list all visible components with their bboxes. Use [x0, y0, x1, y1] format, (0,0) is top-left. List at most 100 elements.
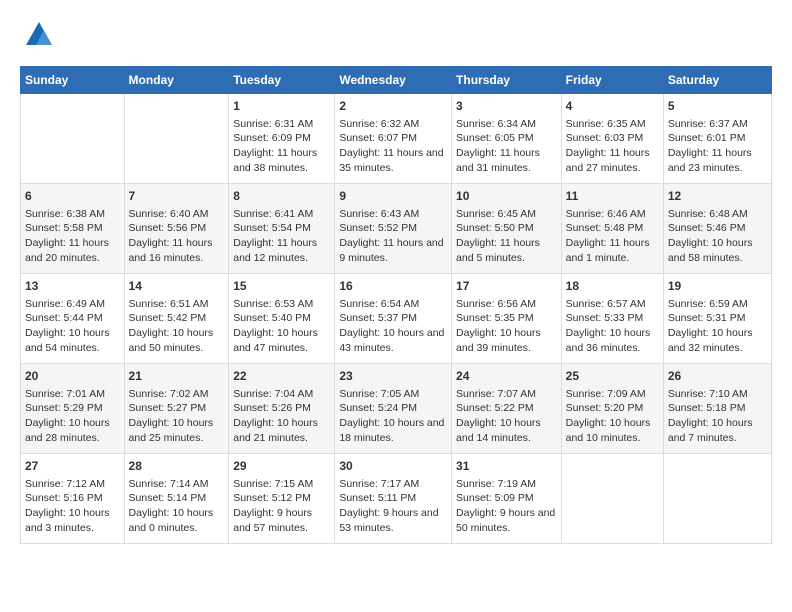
- day-info: Sunrise: 6:56 AM Sunset: 5:35 PM Dayligh…: [456, 297, 557, 356]
- calendar-cell: [561, 454, 663, 544]
- calendar-cell: 9 Sunrise: 6:43 AM Sunset: 5:52 PM Daylig…: [335, 184, 452, 274]
- calendar-cell: 13Sunrise: 6:49 AM Sunset: 5:44 PM Dayli…: [21, 274, 125, 364]
- calendar-header: SundayMondayTuesdayWednesdayThursdayFrid…: [21, 67, 772, 94]
- calendar-cell: 20 Sunrise: 7:01 AM Sunset: 5:29 PM Dayli…: [21, 364, 125, 454]
- day-number: 9: [339, 188, 447, 205]
- day-number: 20: [25, 368, 120, 385]
- day-number: 7: [129, 188, 225, 205]
- day-info: Sunrise: 6:49 AM Sunset: 5:44 PM Dayligh…: [25, 297, 120, 356]
- calendar-cell: 8 Sunrise: 6:41 AM Sunset: 5:54 PM Daylig…: [229, 184, 335, 274]
- calendar-cell: 5Sunrise: 6:37 AM Sunset: 6:01 PM Daylig…: [663, 94, 771, 184]
- day-number: 19: [668, 278, 767, 295]
- calendar-cell: [124, 94, 229, 184]
- day-info: Sunrise: 6:34 AM Sunset: 6:05 PM Dayligh…: [456, 117, 557, 176]
- calendar-cell: 7 Sunrise: 6:40 AM Sunset: 5:56 PM Daylig…: [124, 184, 229, 274]
- day-number: 12: [668, 188, 767, 205]
- weekday-header-friday: Friday: [561, 67, 663, 94]
- logo-icon: [24, 20, 54, 50]
- day-info: Sunrise: 6:40 AM Sunset: 5:56 PM Dayligh…: [129, 207, 225, 266]
- day-info: Sunrise: 6:53 AM Sunset: 5:40 PM Dayligh…: [233, 297, 330, 356]
- calendar-table: SundayMondayTuesdayWednesdayThursdayFrid…: [20, 66, 772, 544]
- day-info: Sunrise: 7:10 AM Sunset: 5:18 PM Dayligh…: [668, 387, 767, 446]
- day-number: 29: [233, 458, 330, 475]
- day-info: Sunrise: 7:12 AM Sunset: 5:16 PM Dayligh…: [25, 477, 120, 536]
- day-info: Sunrise: 7:09 AM Sunset: 5:20 PM Dayligh…: [566, 387, 659, 446]
- calendar-body: 1 Sunrise: 6:31 AM Sunset: 6:09 PM Daylig…: [21, 94, 772, 544]
- day-info: Sunrise: 6:35 AM Sunset: 6:03 PM Dayligh…: [566, 117, 659, 176]
- day-number: 5: [668, 98, 767, 115]
- day-number: 17: [456, 278, 557, 295]
- calendar-cell: 12 Sunrise: 6:48 AM Sunset: 5:46 PM Dayli…: [663, 184, 771, 274]
- day-number: 3: [456, 98, 557, 115]
- day-info: Sunrise: 7:14 AM Sunset: 5:14 PM Dayligh…: [129, 477, 225, 536]
- calendar-cell: 2Sunrise: 6:32 AM Sunset: 6:07 PM Daylig…: [335, 94, 452, 184]
- day-info: Sunrise: 6:38 AM Sunset: 5:58 PM Dayligh…: [25, 207, 120, 266]
- day-number: 27: [25, 458, 120, 475]
- day-info: Sunrise: 7:01 AM Sunset: 5:29 PM Dayligh…: [25, 387, 120, 446]
- page-header: [20, 20, 772, 50]
- day-number: 30: [339, 458, 447, 475]
- day-info: Sunrise: 7:19 AM Sunset: 5:09 PM Dayligh…: [456, 477, 557, 536]
- day-info: Sunrise: 6:51 AM Sunset: 5:42 PM Dayligh…: [129, 297, 225, 356]
- day-number: 22: [233, 368, 330, 385]
- calendar-cell: 10Sunrise: 6:45 AM Sunset: 5:50 PM Dayli…: [452, 184, 562, 274]
- calendar-week-row: 20 Sunrise: 7:01 AM Sunset: 5:29 PM Dayli…: [21, 364, 772, 454]
- day-number: 25: [566, 368, 659, 385]
- calendar-cell: 6 Sunrise: 6:38 AM Sunset: 5:58 PM Daylig…: [21, 184, 125, 274]
- calendar-cell: 30 Sunrise: 7:17 AM Sunset: 5:11 PM Dayli…: [335, 454, 452, 544]
- calendar-cell: 18 Sunrise: 6:57 AM Sunset: 5:33 PM Dayli…: [561, 274, 663, 364]
- day-number: 18: [566, 278, 659, 295]
- calendar-week-row: 27 Sunrise: 7:12 AM Sunset: 5:16 PM Dayli…: [21, 454, 772, 544]
- day-info: Sunrise: 6:48 AM Sunset: 5:46 PM Dayligh…: [668, 207, 767, 266]
- day-number: 11: [566, 188, 659, 205]
- day-number: 15: [233, 278, 330, 295]
- day-number: 16: [339, 278, 447, 295]
- calendar-cell: 15 Sunrise: 6:53 AM Sunset: 5:40 PM Dayli…: [229, 274, 335, 364]
- day-info: Sunrise: 7:15 AM Sunset: 5:12 PM Dayligh…: [233, 477, 330, 536]
- day-info: Sunrise: 6:57 AM Sunset: 5:33 PM Dayligh…: [566, 297, 659, 356]
- day-number: 24: [456, 368, 557, 385]
- day-info: Sunrise: 7:04 AM Sunset: 5:26 PM Dayligh…: [233, 387, 330, 446]
- calendar-cell: [663, 454, 771, 544]
- day-number: 31: [456, 458, 557, 475]
- weekday-header-tuesday: Tuesday: [229, 67, 335, 94]
- day-info: Sunrise: 7:07 AM Sunset: 5:22 PM Dayligh…: [456, 387, 557, 446]
- calendar-cell: 16 Sunrise: 6:54 AM Sunset: 5:37 PM Dayli…: [335, 274, 452, 364]
- day-info: Sunrise: 6:46 AM Sunset: 5:48 PM Dayligh…: [566, 207, 659, 266]
- calendar-week-row: 6 Sunrise: 6:38 AM Sunset: 5:58 PM Daylig…: [21, 184, 772, 274]
- day-info: Sunrise: 6:41 AM Sunset: 5:54 PM Dayligh…: [233, 207, 330, 266]
- day-number: 14: [129, 278, 225, 295]
- day-number: 8: [233, 188, 330, 205]
- day-number: 6: [25, 188, 120, 205]
- calendar-cell: 19Sunrise: 6:59 AM Sunset: 5:31 PM Dayli…: [663, 274, 771, 364]
- calendar-cell: 31 Sunrise: 7:19 AM Sunset: 5:09 PM Dayli…: [452, 454, 562, 544]
- day-info: Sunrise: 7:02 AM Sunset: 5:27 PM Dayligh…: [129, 387, 225, 446]
- calendar-cell: 23 Sunrise: 7:05 AM Sunset: 5:24 PM Dayli…: [335, 364, 452, 454]
- day-info: Sunrise: 6:31 AM Sunset: 6:09 PM Dayligh…: [233, 117, 330, 176]
- calendar-cell: 14 Sunrise: 6:51 AM Sunset: 5:42 PM Dayli…: [124, 274, 229, 364]
- calendar-cell: 25 Sunrise: 7:09 AM Sunset: 5:20 PM Dayli…: [561, 364, 663, 454]
- calendar-week-row: 1 Sunrise: 6:31 AM Sunset: 6:09 PM Daylig…: [21, 94, 772, 184]
- calendar-cell: 3 Sunrise: 6:34 AM Sunset: 6:05 PM Daylig…: [452, 94, 562, 184]
- day-info: Sunrise: 6:54 AM Sunset: 5:37 PM Dayligh…: [339, 297, 447, 356]
- calendar-cell: 29 Sunrise: 7:15 AM Sunset: 5:12 PM Dayli…: [229, 454, 335, 544]
- calendar-cell: 22 Sunrise: 7:04 AM Sunset: 5:26 PM Dayli…: [229, 364, 335, 454]
- day-info: Sunrise: 6:43 AM Sunset: 5:52 PM Dayligh…: [339, 207, 447, 266]
- calendar-cell: 24 Sunrise: 7:07 AM Sunset: 5:22 PM Dayli…: [452, 364, 562, 454]
- weekday-header-row: SundayMondayTuesdayWednesdayThursdayFrid…: [21, 67, 772, 94]
- day-number: 4: [566, 98, 659, 115]
- day-info: Sunrise: 7:05 AM Sunset: 5:24 PM Dayligh…: [339, 387, 447, 446]
- weekday-header-wednesday: Wednesday: [335, 67, 452, 94]
- calendar-cell: 21 Sunrise: 7:02 AM Sunset: 5:27 PM Dayli…: [124, 364, 229, 454]
- day-info: Sunrise: 7:17 AM Sunset: 5:11 PM Dayligh…: [339, 477, 447, 536]
- day-number: 1: [233, 98, 330, 115]
- day-info: Sunrise: 6:45 AM Sunset: 5:50 PM Dayligh…: [456, 207, 557, 266]
- weekday-header-saturday: Saturday: [663, 67, 771, 94]
- calendar-cell: 17 Sunrise: 6:56 AM Sunset: 5:35 PM Dayli…: [452, 274, 562, 364]
- weekday-header-sunday: Sunday: [21, 67, 125, 94]
- day-info: Sunrise: 6:32 AM Sunset: 6:07 PM Dayligh…: [339, 117, 447, 176]
- calendar-cell: 27 Sunrise: 7:12 AM Sunset: 5:16 PM Dayli…: [21, 454, 125, 544]
- calendar-cell: 11 Sunrise: 6:46 AM Sunset: 5:48 PM Dayli…: [561, 184, 663, 274]
- day-number: 23: [339, 368, 447, 385]
- day-number: 21: [129, 368, 225, 385]
